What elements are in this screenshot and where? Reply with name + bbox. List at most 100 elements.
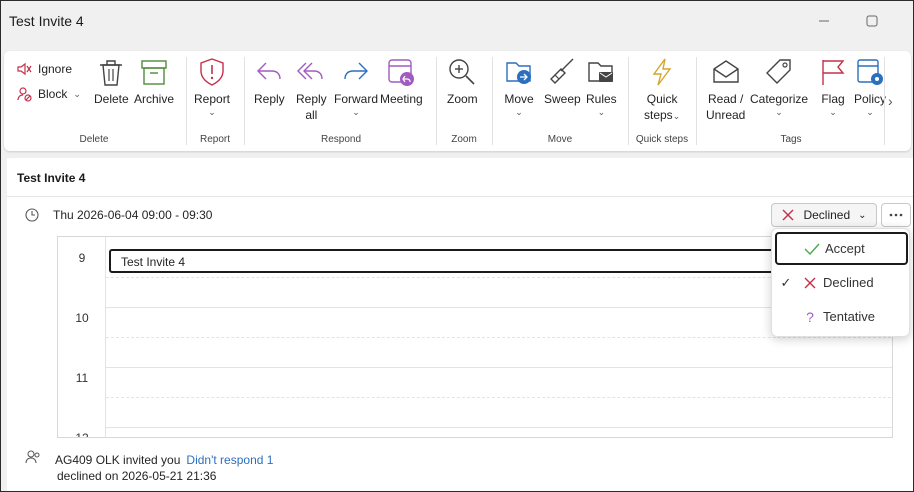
archive-icon [141,60,167,85]
delete-label: Delete [94,92,129,106]
reply-button[interactable]: Reply [254,57,285,107]
categorize-label: Categorize [750,92,809,106]
delete-group-label: Delete [79,134,109,145]
chevron-down-icon: ⌄ [208,107,216,117]
chevron-down-icon: ⌄ [858,209,867,221]
ribbon-divider [492,57,493,145]
hour-label: 10 [75,311,89,325]
accept-label: Accept [825,241,865,256]
mute-icon [17,62,32,76]
half-hour-line [106,337,892,338]
respond-group: Reply Reply all Forward ⌄ Meeting Respon… [246,51,436,151]
hour-line [106,427,892,428]
question-icon: ? [806,308,814,325]
move-button[interactable]: Move ⌄ [504,57,534,117]
attendee-info: AG409 OLK invited you Didn't respond 1 [25,450,273,467]
divider [7,196,913,197]
zoom-group-label: Zoom [451,134,477,145]
policy-label: Policy [854,92,887,106]
flag-icon [822,60,845,85]
accept-option[interactable]: Accept [775,232,908,265]
zoom-label: Zoom [447,92,478,106]
read-label-2: Unread [706,108,746,122]
declined-on-text: declined on 2026-05-21 21:36 [57,469,217,483]
hour-label: 11 [75,371,89,385]
chevron-down-icon: ⌄ [597,107,606,117]
rules-label: Rules [586,92,617,106]
block-button[interactable]: Block ⌄ [16,86,81,102]
block-label: Block [38,87,68,101]
calendar-preview: 9 10 11 12 Test Invite 4 [57,236,893,438]
sweep-label: Sweep [544,92,581,106]
tag-icon [766,59,791,84]
minimize-icon [819,20,829,22]
meeting-button[interactable]: Meeting [380,57,423,107]
rules-button[interactable]: Rules ⌄ [586,57,617,117]
hour-label: 12 [75,431,89,438]
check-icon [799,242,825,256]
window: Test Invite 4 Ignore Block ⌄ Delete Arch… [0,0,914,492]
minimize-button[interactable] [801,7,847,35]
policy-icon [857,59,883,85]
categorize-button[interactable]: Categorize ⌄ [750,57,808,117]
calendar-event[interactable]: Test Invite 4 [109,249,809,273]
meeting-label: Meeting [380,92,423,106]
more-icon [889,213,903,217]
delete-button[interactable]: Delete [94,57,129,107]
report-button[interactable]: Report ⌄ [194,57,230,117]
quick-steps-label-1: Quick [646,92,678,106]
report-group: Report ⌄ Report [188,51,242,151]
zoom-in-icon [449,59,475,85]
forward-button[interactable]: Forward ⌄ [334,57,378,117]
response-label: Declined [803,208,851,222]
message-subject: Test Invite 4 [17,171,86,185]
calendar-reply-icon [388,59,415,86]
hour-column: 9 10 11 12 [58,237,106,437]
tentative-option[interactable]: ? Tentative [775,300,908,333]
reply-label: Reply [254,92,285,106]
forward-label: Forward [334,92,379,106]
chevron-down-icon: ⌄ [866,107,874,117]
reply-icon [257,62,282,80]
chevron-down-icon: ⌄ [775,107,783,117]
ribbon-divider [696,57,697,145]
ignore-button[interactable]: Ignore [16,61,72,77]
reply-all-label-1: Reply [296,92,327,106]
reply-all-button[interactable]: Reply all [296,57,327,123]
lightning-icon [652,58,672,86]
half-hour-line [106,397,892,398]
hour-line [106,367,892,368]
flag-button[interactable]: Flag ⌄ [818,57,848,117]
zoom-group: Zoom Zoom [438,51,490,151]
response-button[interactable]: Declined ⌄ [771,203,877,227]
envelope-open-icon [712,60,739,83]
ribbon-divider [628,57,629,145]
quick-steps-button[interactable]: Quick steps⌄ [644,57,680,123]
read-unread-button[interactable]: Read / Unread [706,57,745,123]
chevron-down-icon: ⌄ [515,107,523,117]
ribbon-scroll-right-icon[interactable]: › [888,93,893,109]
archive-button[interactable]: Archive [134,57,174,107]
meeting-time: Thu 2026-06-04 09:00 - 09:30 [53,208,213,222]
reply-all-label-2: all [305,108,318,122]
response-dropdown: Accept ✓ Declined ? Tentative [771,228,910,337]
sweep-button[interactable]: Sweep [544,57,581,107]
ignore-label: Ignore [38,62,73,76]
quick-steps-group-label: Quick steps [635,134,689,145]
maximize-button[interactable] [849,7,895,35]
quick-steps-label-2: steps⌄ [644,108,681,122]
inviter-text: AG409 OLK invited you [55,453,181,467]
people-icon [25,450,55,467]
quick-steps-group: Quick steps⌄ Quick steps [630,51,694,151]
x-icon [797,276,823,290]
declined-option[interactable]: ✓ Declined [775,266,908,299]
chevron-down-icon: ⌄ [829,107,837,117]
shield-alert-icon [200,58,224,86]
zoom-button[interactable]: Zoom [447,57,478,107]
archive-label: Archive [134,92,175,106]
more-options-button[interactable] [881,203,911,227]
policy-button[interactable]: Policy ⌄ [854,57,886,117]
tentative-label: Tentative [823,309,876,324]
didnt-respond-link[interactable]: Didn't respond 1 [186,453,273,467]
report-label: Report [194,92,231,106]
